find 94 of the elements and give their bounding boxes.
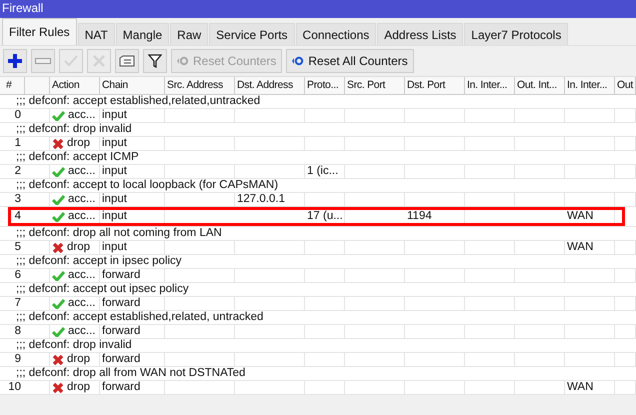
plus-icon: [8, 54, 22, 68]
rule-number: 6: [14, 269, 22, 282]
rule-comment: ;;; defconf: accept out ipsec policy: [16, 283, 189, 295]
column-header[interactable]: Out. Int...: [515, 77, 565, 94]
rule-number: 3: [14, 193, 22, 206]
table-cell: 127.0.0.1: [237, 193, 285, 205]
rule-comment: ;;; defconf: accept established,related,untracked: [16, 95, 260, 107]
rule-comment: ;;; defconf: drop invalid: [16, 123, 132, 135]
table-cell: input: [100, 241, 165, 254]
rule-number: 10: [7, 381, 22, 394]
tab[interactable]: NAT: [78, 23, 115, 45]
tab[interactable]: Connections: [296, 23, 376, 45]
column-header[interactable]: Chain: [100, 77, 165, 94]
tab[interactable]: Address Lists: [377, 23, 464, 45]
rule-comment: ;;; defconf: accept in ipsec policy: [16, 255, 182, 267]
column-header[interactable]: Out: [615, 77, 636, 94]
rule-number: 8: [14, 325, 22, 338]
table-cell: input: [100, 109, 165, 122]
table-row[interactable]: 4 acc... input 17 (u... 1194 WAN: [0, 207, 636, 227]
table-row[interactable]: 5 drop input WAN: [0, 241, 636, 255]
rule-comment: ;;; defconf: accept ICMP: [16, 151, 139, 163]
check-icon: [64, 55, 78, 67]
tab[interactable]: Filter Rules: [2, 18, 77, 45]
action-label: acc...: [68, 109, 96, 122]
table-cell: WAN: [567, 210, 594, 222]
table-cell: forward: [100, 353, 165, 366]
action-label: acc...: [68, 269, 96, 282]
tab[interactable]: Mangle: [116, 23, 170, 45]
rule-comment: ;;; defconf: accept established,related, untracked: [16, 311, 264, 323]
table-cell: forward: [100, 297, 165, 310]
table-row[interactable]: 6 acc... forward: [0, 269, 636, 283]
rule-number: 2: [14, 165, 22, 178]
filter-button[interactable]: [143, 49, 167, 73]
action-label: acc...: [68, 325, 96, 338]
table-cell: input: [100, 165, 165, 178]
column-header[interactable]: Src. Port: [345, 77, 405, 94]
table-row[interactable]: 1 drop input: [0, 137, 636, 151]
reset-icon: [177, 56, 189, 66]
column-header[interactable]: Proto...: [305, 77, 345, 94]
rule-comment: ;;; defconf: drop all from WAN not DSTNATed: [16, 367, 246, 379]
minus-icon: [35, 58, 51, 64]
rule-number: 4: [14, 210, 22, 223]
table-cell: forward: [100, 381, 165, 394]
rule-number: 9: [14, 353, 22, 366]
tab[interactable]: Layer7 Protocols: [464, 23, 568, 45]
table-cell: forward: [100, 325, 165, 338]
column-header[interactable]: Dst. Port: [405, 77, 465, 94]
action-label: acc...: [68, 210, 96, 223]
table-row[interactable]: 10 drop forward WAN: [0, 381, 636, 395]
tab[interactable]: Service Ports: [209, 23, 295, 45]
rule-number: 7: [14, 297, 22, 310]
action-label: drop: [67, 137, 90, 150]
column-header[interactable]: In. Inter...: [565, 77, 615, 94]
action-label: acc...: [68, 193, 96, 206]
rule-comment: ;;; defconf: drop invalid: [16, 339, 132, 351]
table-row[interactable]: 9 drop forward: [0, 353, 636, 367]
table-cell: input: [100, 137, 165, 150]
column-header[interactable]: Src. Address: [165, 77, 235, 94]
action-label: acc...: [68, 165, 96, 178]
rule-comment: ;;; defconf: drop all not coming from LAN: [16, 227, 222, 239]
table-row[interactable]: 2 acc... input 1 (ic...: [0, 165, 636, 179]
rule-number: 0: [14, 109, 22, 122]
table-cell: 1 (ic...: [307, 165, 338, 177]
table-cell: 1194: [407, 210, 432, 222]
cross-icon: [93, 55, 105, 67]
column-header[interactable]: #: [0, 77, 25, 94]
table-cell: 17 (u...: [307, 210, 343, 222]
rule-number: 5: [14, 241, 22, 254]
reset-icon: [292, 56, 304, 66]
action-label: drop: [67, 241, 90, 254]
table-cell: WAN: [567, 381, 594, 393]
action-label: acc...: [68, 297, 96, 310]
column-header[interactable]: In. Inter...: [465, 77, 515, 94]
table-row[interactable]: 8 acc... forward: [0, 325, 636, 339]
reset-button[interactable]: Reset All Counters: [286, 49, 414, 73]
action-label: drop: [67, 381, 90, 394]
comment-button[interactable]: [115, 49, 139, 73]
note-icon: [119, 55, 135, 67]
table-cell: input: [100, 193, 165, 206]
column-header[interactable]: Action: [50, 77, 100, 94]
table-cell: WAN: [567, 241, 594, 253]
table-cell: input: [100, 210, 165, 223]
rule-number: 1: [14, 137, 22, 150]
window-title: Firewall: [2, 1, 44, 15]
table-row[interactable]: 0 acc... input: [0, 109, 636, 123]
column-header[interactable]: Dst. Address: [235, 77, 305, 94]
add-button[interactable]: [3, 49, 27, 73]
tab[interactable]: Raw: [170, 23, 208, 45]
table-cell: forward: [100, 269, 165, 282]
filter-icon: [148, 54, 162, 68]
rule-comment: ;;; defconf: accept to local loopback (for CAPsMAN): [16, 179, 278, 191]
table-row[interactable]: 3 acc... input 127.0.0.1: [0, 193, 636, 207]
action-label: drop: [67, 353, 90, 366]
table-row[interactable]: 7 acc... forward: [0, 297, 636, 311]
